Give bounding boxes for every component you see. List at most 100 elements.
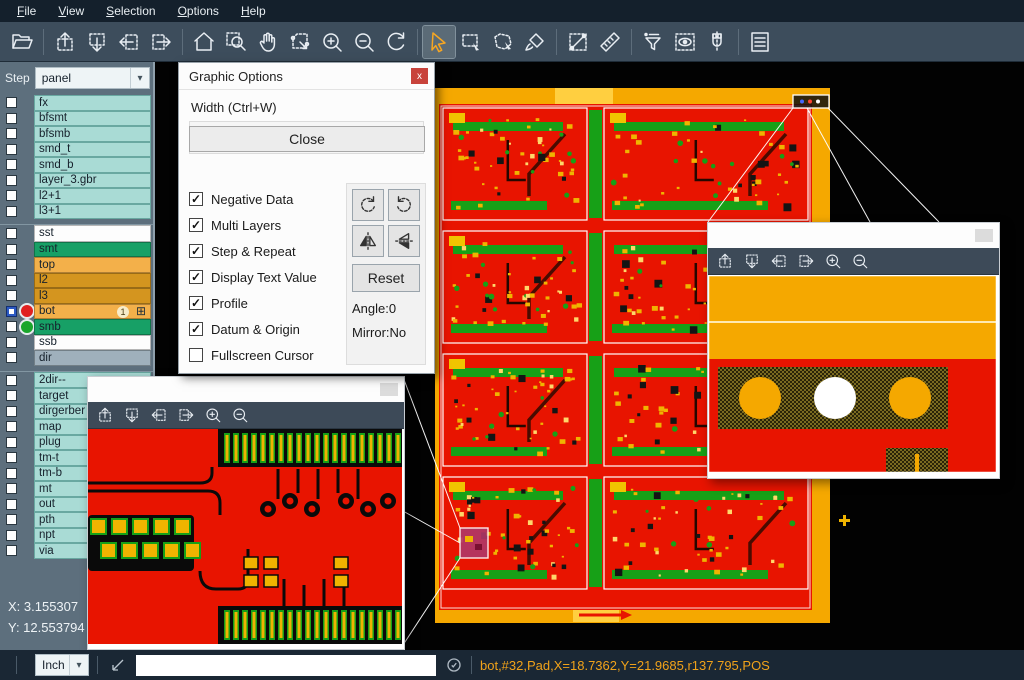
home-view-icon[interactable]: [188, 26, 220, 58]
pan-left-icon[interactable]: [113, 26, 145, 58]
layer-checkbox[interactable]: [6, 437, 17, 448]
rotate-ccw-icon[interactable]: [388, 189, 420, 221]
pan-down-icon[interactable]: [740, 249, 764, 273]
filter-icon[interactable]: [637, 26, 669, 58]
layer-checkbox[interactable]: [6, 452, 17, 463]
layer-label[interactable]: l3+1: [34, 204, 151, 220]
layer-checkbox[interactable]: [6, 244, 17, 255]
layer-checkbox[interactable]: [6, 159, 17, 170]
layer-row-bot[interactable]: bot1⊞: [0, 304, 153, 320]
layer-label[interactable]: l3: [34, 288, 151, 304]
menu-item-options[interactable]: Options: [169, 2, 228, 20]
checkbox[interactable]: ✓: [189, 192, 203, 206]
layer-checkbox[interactable]: [6, 175, 17, 186]
zoom-out-icon[interactable]: [848, 249, 872, 273]
zoom-in-icon[interactable]: [316, 26, 348, 58]
layer-label[interactable]: sst: [34, 225, 151, 242]
layer-label[interactable]: smt: [34, 242, 151, 258]
layer-row-l3[interactable]: l3: [0, 288, 153, 304]
layer-checkbox[interactable]: [6, 390, 17, 401]
popup-menu-button[interactable]: [975, 229, 993, 242]
pan-right-icon[interactable]: [145, 26, 177, 58]
magnifier-titlebar[interactable]: [88, 377, 404, 402]
zoom-out-icon[interactable]: [228, 403, 252, 427]
layer-row-layer_3.gbr[interactable]: layer_3.gbr: [0, 173, 153, 189]
pan-up-icon[interactable]: [93, 403, 117, 427]
magnifier-view[interactable]: [708, 274, 999, 478]
layer-row-fx[interactable]: fx: [0, 95, 153, 111]
rect-select-icon[interactable]: [455, 26, 487, 58]
layer-row-bfsmb[interactable]: bfsmb: [0, 126, 153, 142]
menu-item-view[interactable]: View: [49, 2, 93, 20]
unit-select[interactable]: Inch ▾: [35, 654, 89, 676]
magnified-pads-view[interactable]: [708, 275, 997, 473]
snap-magnet-icon[interactable]: [701, 26, 733, 58]
checkbox[interactable]: ✓: [189, 296, 203, 310]
apply-icon[interactable]: [445, 656, 463, 674]
layer-row-smb[interactable]: smb: [0, 319, 153, 335]
layer-checkbox[interactable]: [6, 259, 17, 270]
pan-left-icon[interactable]: [767, 249, 791, 273]
layer-row-smd_t[interactable]: smd_t: [0, 142, 153, 158]
close-button[interactable]: Close: [189, 126, 425, 152]
pan-hand-icon[interactable]: [252, 26, 284, 58]
magnifier-view[interactable]: [88, 428, 404, 649]
layer-row-dir[interactable]: dir: [0, 350, 153, 366]
close-icon[interactable]: x: [411, 68, 428, 84]
layer-row-ssb[interactable]: ssb: [0, 335, 153, 351]
magnifier-titlebar[interactable]: [708, 223, 999, 248]
layer-label[interactable]: bfsmt: [34, 111, 151, 127]
brush-icon[interactable]: [519, 26, 551, 58]
layer-label[interactable]: top: [34, 257, 151, 273]
pan-left-icon[interactable]: [147, 403, 171, 427]
layer-label[interactable]: layer_3.gbr: [34, 173, 151, 189]
option-negative-data[interactable]: ✓Negative Data: [189, 186, 347, 212]
zoom-in-icon[interactable]: [821, 249, 845, 273]
zoom-in-icon[interactable]: [201, 403, 225, 427]
layer-checkbox[interactable]: [6, 530, 17, 541]
layer-checkbox[interactable]: [6, 337, 17, 348]
layer-checkbox[interactable]: [6, 228, 17, 239]
pan-up-icon[interactable]: [49, 26, 81, 58]
view-eye-icon[interactable]: [669, 26, 701, 58]
checkbox[interactable]: ✓: [189, 218, 203, 232]
checkbox[interactable]: ✓: [189, 322, 203, 336]
pan-down-icon[interactable]: [81, 26, 113, 58]
command-input[interactable]: [136, 655, 436, 676]
layer-label[interactable]: fx: [34, 95, 151, 111]
layer-checkbox[interactable]: [6, 468, 17, 479]
layer-checkbox[interactable]: [6, 128, 17, 139]
flip-vertical-icon[interactable]: [388, 225, 420, 257]
step-select[interactable]: panel ▾: [35, 67, 150, 89]
checkbox[interactable]: ✓: [189, 270, 203, 284]
ruler-icon[interactable]: [594, 26, 626, 58]
layer-label[interactable]: l2: [34, 273, 151, 289]
layer-checkbox[interactable]: [6, 275, 17, 286]
layer-checkbox[interactable]: [6, 97, 17, 108]
flip-horizontal-icon[interactable]: [352, 225, 384, 257]
polygon-select-icon[interactable]: [487, 26, 519, 58]
layer-checkbox[interactable]: [6, 421, 17, 432]
move-vertex-icon[interactable]: [284, 26, 316, 58]
layer-checkbox[interactable]: [6, 406, 17, 417]
layer-label[interactable]: smd_b: [34, 157, 151, 173]
zoom-previous-icon[interactable]: [380, 26, 412, 58]
pan-up-icon[interactable]: [713, 249, 737, 273]
checkbox[interactable]: [189, 348, 203, 362]
layer-checkbox[interactable]: [6, 113, 17, 124]
menu-item-file[interactable]: File: [8, 2, 45, 20]
log-panel-icon[interactable]: [744, 26, 776, 58]
layer-row-smd_b[interactable]: smd_b: [0, 157, 153, 173]
magnifier-window-bottom-left[interactable]: [87, 376, 405, 650]
layer-row-l2[interactable]: l2: [0, 273, 153, 289]
layer-row-smt[interactable]: smt: [0, 242, 153, 258]
popup-menu-button[interactable]: [380, 383, 398, 396]
menu-item-selection[interactable]: Selection: [97, 2, 164, 20]
menu-item-help[interactable]: Help: [232, 2, 275, 20]
layer-label[interactable]: smd_t: [34, 142, 151, 158]
pan-down-icon[interactable]: [120, 403, 144, 427]
layer-checkbox[interactable]: [6, 352, 17, 363]
pan-right-icon[interactable]: [174, 403, 198, 427]
dialog-titlebar[interactable]: Graphic Options x: [179, 63, 434, 90]
layer-label[interactable]: bot1⊞: [34, 304, 151, 320]
